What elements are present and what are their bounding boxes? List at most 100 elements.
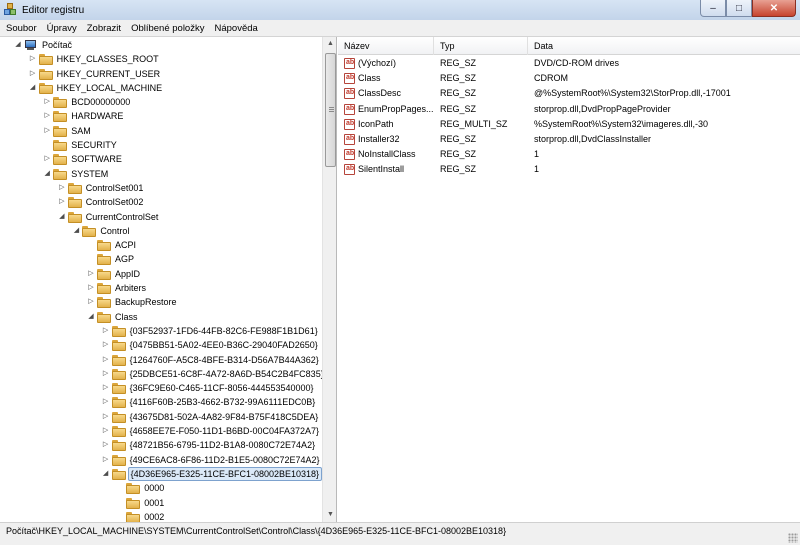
expand-arrow-icon[interactable]: ▷ [102, 338, 110, 352]
expand-arrow-icon[interactable]: ▷ [43, 124, 51, 138]
tree-item[interactable]: ▷ {03F52937-1FD6-44FB-82C6-FE988F1B1D61} [0, 324, 322, 338]
tree-item[interactable]: AGP [0, 252, 322, 266]
menu-zobrazit[interactable]: Zobrazit [82, 20, 126, 37]
collapse-arrow-icon[interactable]: ◢ [87, 310, 95, 324]
value-row[interactable]: ab ClassDesc REG_SZ @%SystemRoot%\System32\… [338, 86, 800, 101]
close-button[interactable]: ✕ [752, 0, 796, 17]
collapse-arrow-icon[interactable]: ◢ [29, 81, 37, 95]
expand-arrow-icon[interactable]: ▷ [43, 152, 51, 166]
folder-icon [126, 483, 141, 495]
value-data: 1 [534, 149, 540, 160]
tree-item[interactable]: ◢ Control [0, 224, 322, 238]
tree-item[interactable]: 0000 [0, 481, 322, 495]
menu-oblibene-polozky[interactable]: Oblíbené položky [126, 20, 209, 37]
collapse-arrow-icon[interactable]: ◢ [14, 38, 22, 52]
value-row[interactable]: ab NoInstallClass REG_SZ 1 [338, 147, 800, 162]
expand-arrow-icon[interactable]: ▷ [102, 367, 110, 381]
column-header-name[interactable]: Název [338, 37, 434, 55]
tree-item[interactable]: ▷ SAM [0, 124, 322, 138]
collapse-arrow-icon[interactable]: ◢ [102, 467, 110, 481]
string-value-icon: ab [344, 103, 355, 115]
tree-vertical-scrollbar[interactable]: ▲ ▼ [322, 37, 336, 522]
column-header-type[interactable]: Typ [434, 37, 528, 55]
tree-item[interactable]: ▷ {25DBCE51-6C8F-4A72-8A6D-B54C2B4FC835} [0, 367, 324, 381]
resize-grip-icon[interactable] [788, 533, 798, 543]
value-type: REG_SZ [440, 103, 477, 114]
expand-arrow-icon[interactable]: ▷ [29, 52, 37, 66]
tree-item[interactable]: ▷ {36FC9E60-C465-11CF-8056-444553540000} [0, 381, 322, 395]
expand-arrow-icon[interactable]: ▷ [102, 410, 110, 424]
tree-item[interactable]: ▷ ControlSet002 [0, 195, 322, 209]
minimize-button[interactable]: – [700, 0, 726, 17]
value-row[interactable]: ab Class REG_SZ CDROM [338, 71, 800, 86]
scrollbar-thumb[interactable] [325, 53, 336, 167]
tree-item[interactable]: ▷ {4658EE7E-F050-11D1-B6BD-00C04FA372A7} [0, 424, 322, 438]
value-name: Installer32 [358, 133, 400, 144]
expand-arrow-icon[interactable]: ▷ [102, 395, 110, 409]
expand-arrow-icon[interactable]: ▷ [29, 67, 37, 81]
tree-item[interactable]: ▷ {1264760F-A5C8-4BFE-B314-D56A7B44A362} [0, 353, 322, 367]
tree-item[interactable]: ▷ HARDWARE [0, 109, 322, 123]
tree-item[interactable]: ◢ Počítač [0, 38, 322, 52]
expand-arrow-icon[interactable]: ▷ [87, 281, 95, 295]
value-row[interactable]: ab EnumPropPages... REG_SZ storprop.dll,Dvd… [338, 102, 800, 117]
scroll-up-arrow-icon[interactable]: ▲ [324, 37, 336, 51]
collapse-arrow-icon[interactable]: ◢ [43, 167, 51, 181]
tree-item[interactable]: ▷ HKEY_CLASSES_ROOT [0, 52, 322, 66]
expand-arrow-icon[interactable]: ▷ [102, 324, 110, 338]
tree-item[interactable]: 0001 [0, 496, 322, 510]
tree-item[interactable]: SECURITY [0, 138, 322, 152]
expand-arrow-icon[interactable]: ▷ [102, 438, 110, 452]
tree-item[interactable]: ▷ {43675D81-502A-4A82-9F84-B75F418C5DEA} [0, 410, 322, 424]
tree-item[interactable]: ▷ HKEY_CURRENT_USER [0, 67, 322, 81]
expand-arrow-icon[interactable]: ▷ [43, 109, 51, 123]
value-name: EnumPropPages... [358, 103, 434, 114]
expand-arrow-icon[interactable]: ▷ [102, 353, 110, 367]
string-value-icon: ab [344, 164, 355, 176]
tree-item[interactable]: ◢ SYSTEM [0, 167, 322, 181]
tree-item[interactable]: ▷ SOFTWARE [0, 152, 322, 166]
tree-item[interactable]: ACPI [0, 238, 322, 252]
value-row[interactable]: ab Installer32 REG_SZ storprop.dll,DvdClass… [338, 132, 800, 147]
tree-item[interactable]: ◢ Class [0, 310, 322, 324]
menu-soubor[interactable]: Soubor [0, 20, 42, 37]
tree-item-label: CurrentControlSet [85, 211, 159, 222]
expand-arrow-icon[interactable]: ▷ [87, 267, 95, 281]
expand-arrow-icon[interactable]: ▷ [102, 424, 110, 438]
folder-icon [111, 454, 126, 466]
tree-item[interactable]: ◢ {4D36E965-E325-11CE-BFC1-08002BE10318} [0, 466, 323, 481]
column-header-data[interactable]: Data [528, 37, 800, 55]
tree-item[interactable]: ▷ {4116F60B-25B3-4662-B732-99A6111EDC0B} [0, 395, 322, 409]
collapse-arrow-icon[interactable]: ◢ [72, 224, 80, 238]
tree-item[interactable]: ◢ CurrentControlSet [0, 210, 322, 224]
expand-arrow-icon[interactable]: ▷ [58, 181, 66, 195]
value-row[interactable]: ab SilentInstall REG_SZ 1 [338, 162, 800, 177]
expand-arrow-icon[interactable]: ▷ [102, 381, 110, 395]
tree-item[interactable]: ▷ BackupRestore [0, 295, 322, 309]
value-row[interactable]: ab IconPath REG_MULTI_SZ %SystemRoot%\Syste… [338, 117, 800, 132]
tree-item[interactable]: ▷ {49CE6AC8-6F86-11D2-B1E5-0080C72E74A2} [0, 453, 322, 467]
title-bar[interactable]: Editor registru – □ ✕ [0, 0, 800, 20]
tree-item[interactable]: ▷ {0475BB51-5A02-4EE0-B36C-29040FAD2650} [0, 338, 322, 352]
value-row[interactable]: ab (Výchozí) REG_SZ DVD/CD-ROM drives [338, 56, 800, 71]
tree-item[interactable]: 0002 [0, 510, 322, 522]
folder-icon [111, 354, 126, 366]
tree-item[interactable]: ▷ AppID [0, 267, 322, 281]
scroll-down-arrow-icon[interactable]: ▼ [324, 508, 336, 522]
expand-arrow-icon[interactable]: ▷ [43, 95, 51, 109]
expand-arrow-icon[interactable]: ▷ [87, 295, 95, 309]
expand-arrow-icon[interactable]: ▷ [58, 195, 66, 209]
collapse-arrow-icon[interactable]: ◢ [58, 210, 66, 224]
tree-item[interactable]: ▷ ControlSet001 [0, 181, 322, 195]
tree-item[interactable]: ▷ BCD00000000 [0, 95, 322, 109]
menu-napoveda[interactable]: Nápověda [209, 20, 262, 37]
tree-item-label: HKEY_CURRENT_USER [56, 68, 161, 79]
folder-icon [38, 68, 53, 80]
tree-item-label: Class [115, 311, 138, 322]
maximize-button[interactable]: □ [726, 0, 752, 17]
tree-item[interactable]: ◢ HKEY_LOCAL_MACHINE [0, 81, 322, 95]
tree-item[interactable]: ▷ {48721B56-6795-11D2-B1A8-0080C72E74A2} [0, 438, 322, 452]
tree-item[interactable]: ▷ Arbiters [0, 281, 322, 295]
menu-upravy[interactable]: Úpravy [42, 20, 82, 37]
expand-arrow-icon[interactable]: ▷ [102, 453, 110, 467]
